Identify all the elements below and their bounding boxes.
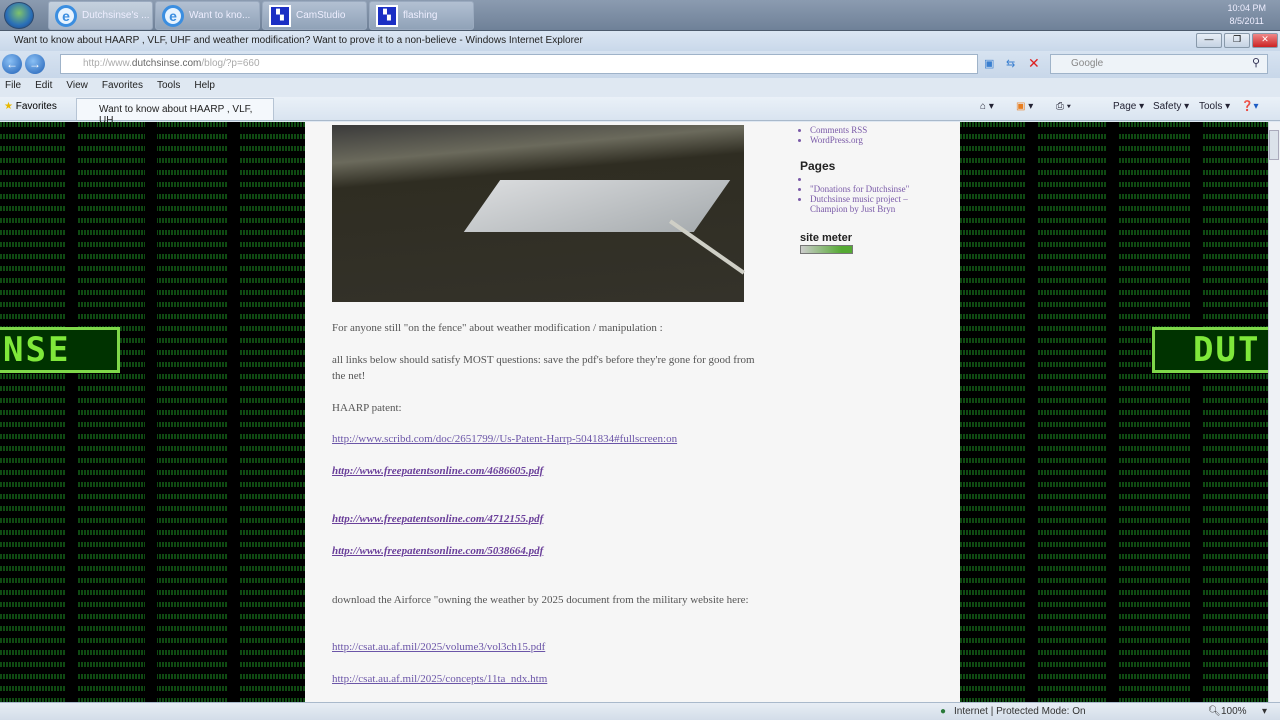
help-icon[interactable]: ❓▾ (1241, 101, 1258, 112)
refresh-icon[interactable]: ⇆ (1006, 57, 1015, 70)
close-button[interactable]: ✕ (1252, 33, 1278, 48)
page-link-donations[interactable]: "Donations for Dutchsinse" (810, 184, 930, 194)
banner-right: DUT (1152, 327, 1268, 373)
menu-view[interactable]: View (66, 80, 88, 96)
compat-icon[interactable]: ▣ (984, 57, 994, 70)
pages-heading: Pages (800, 159, 836, 173)
clock-time: 10:04 PM (1227, 3, 1266, 13)
zoom-level[interactable]: 100% (1221, 706, 1247, 717)
haarp-aerial-photo (332, 125, 746, 302)
back-button[interactable]: ← (2, 54, 22, 74)
camstudio-icon: ▚ (376, 4, 398, 27)
home-icon[interactable]: ⌂ ▾ (980, 101, 994, 112)
taskbar-item-2[interactable]: e Want to kno... (155, 1, 260, 30)
search-icon[interactable]: ⚲ (1252, 56, 1260, 69)
menu-bar: File Edit View Favorites Tools Help (0, 80, 1280, 96)
antenna-array (463, 180, 731, 232)
link-wordpress[interactable]: WordPress.org (810, 135, 867, 145)
menu-favorites[interactable]: Favorites (102, 80, 143, 96)
menu-help[interactable]: Help (194, 80, 215, 96)
stop-icon[interactable]: ✕ (1028, 55, 1040, 72)
menu-file[interactable]: File (5, 80, 21, 96)
page-link-music-project[interactable]: Dutchsinse music project – Champion by J… (810, 194, 930, 214)
tab-current[interactable]: Want to know about HAARP , VLF, UH... (76, 98, 274, 126)
column-gap (1026, 122, 1038, 702)
column-gap (66, 122, 78, 702)
scrollbar-thumb[interactable] (1269, 130, 1279, 160)
tools-menu[interactable]: Tools ▾ (1199, 101, 1230, 112)
favorites-label: Favorites (15, 101, 57, 112)
paragraph-intro: For anyone still "on the fence" about we… (332, 322, 663, 334)
column-gap (1106, 122, 1118, 702)
minimize-button[interactable]: — (1196, 33, 1222, 48)
zoom-icon: 🔍︎ (1208, 706, 1221, 717)
favorites-button[interactable]: ★ Favorites (4, 101, 57, 112)
url-domain: dutchsinse.com (131, 58, 202, 69)
paragraph-airforce: download the Airforce "owning the weathe… (332, 594, 749, 606)
menu-edit[interactable]: Edit (35, 80, 52, 96)
safety-menu[interactable]: Safety ▾ (1153, 101, 1189, 112)
search-input[interactable]: Google (1050, 54, 1268, 74)
paragraph-haarp-patent: HAARP patent: (332, 402, 402, 414)
taskbar-item-label: flashing (403, 10, 438, 21)
url-path: /blog/?p=660 (201, 58, 260, 69)
link-scribd-patent[interactable]: http://www.scribd.com/doc/2651799//Us-Pa… (332, 433, 677, 445)
page-menu[interactable]: Page ▾ (1113, 101, 1144, 112)
taskbar-item-label: Want to kno... (189, 10, 251, 21)
rss-icon[interactable]: ▣ ▾ (1016, 101, 1033, 112)
banner-left: NSE (0, 327, 120, 373)
site-meter-label: site meter (800, 232, 852, 244)
link-airforce-concepts[interactable]: http://csat.au.af.mil/2025/concepts/11ta… (332, 673, 547, 685)
site-meter-badge[interactable] (800, 245, 853, 254)
blog-page: For anyone still "on the fence" about we… (305, 122, 960, 702)
address-input[interactable]: http://www.dutchsinse.com/blog/?p=660 (60, 54, 978, 74)
link-patent-4712155[interactable]: http://www.freepatentsonline.com/4712155… (332, 513, 543, 525)
start-button[interactable] (4, 2, 34, 29)
status-bar: ● Internet | Protected Mode: On 🔍︎ 100% … (0, 702, 1280, 720)
clock-date: 8/5/2011 (1229, 16, 1264, 26)
clock[interactable]: 10:04 PM 8/5/2011 (1227, 2, 1266, 28)
taskbar: e Dutchsinse's ... e Want to kno... ▚ CamSt… (0, 0, 1280, 31)
road (668, 219, 746, 275)
taskbar-item-4[interactable]: ▚ flashing (369, 1, 474, 30)
restore-button[interactable]: ❐ (1224, 33, 1250, 48)
menu-tools[interactable]: Tools (157, 80, 180, 96)
meta-list: Comments RSS WordPress.org (800, 125, 867, 145)
link-patent-4686605[interactable]: http://www.freepatentsonline.com/4686605… (332, 465, 543, 477)
taskbar-item-label: CamStudio (296, 10, 346, 21)
column-gap (1190, 122, 1202, 702)
link-patent-5038664[interactable]: http://www.freepatentsonline.com/5038664… (332, 545, 543, 557)
globe-icon: ● (940, 706, 947, 717)
star-icon: ★ (4, 101, 13, 112)
column-gap (228, 122, 240, 702)
taskbar-item-label: Dutchsinse's ... (82, 10, 150, 21)
url-prefix: http://www. (83, 58, 132, 69)
taskbar-item-3[interactable]: ▚ CamStudio (262, 1, 367, 30)
web-content: NSE DUT For anyone still "on the fence" … (0, 122, 1268, 702)
pages-list: "Donations for Dutchsinse" Dutchsinse mu… (800, 174, 930, 214)
taskbar-item-1[interactable]: e Dutchsinse's ... (48, 1, 153, 30)
column-gap (145, 122, 157, 702)
camstudio-icon: ▚ (269, 4, 291, 27)
ie-icon: e (162, 4, 184, 27)
search-placeholder: Google (1071, 58, 1104, 69)
paragraph-links-note: all links below should satisfy MOST ques… (332, 354, 755, 382)
link-airforce-pdf[interactable]: http://csat.au.af.mil/2025/volume3/vol3c… (332, 641, 545, 653)
page-link-empty[interactable] (810, 174, 930, 184)
ie-icon: e (55, 4, 77, 27)
security-zone[interactable]: Internet | Protected Mode: On (954, 706, 1086, 717)
vertical-scrollbar[interactable] (1268, 122, 1280, 702)
link-comments-rss[interactable]: Comments RSS (810, 125, 867, 135)
zoom-dropdown[interactable]: ▾ (1262, 706, 1267, 717)
print-icon[interactable]: ⎙ ▾ (1056, 101, 1071, 112)
forward-button[interactable]: → (25, 54, 45, 74)
window-title: Want to know about HAARP , VLF, UHF and … (0, 31, 1280, 51)
